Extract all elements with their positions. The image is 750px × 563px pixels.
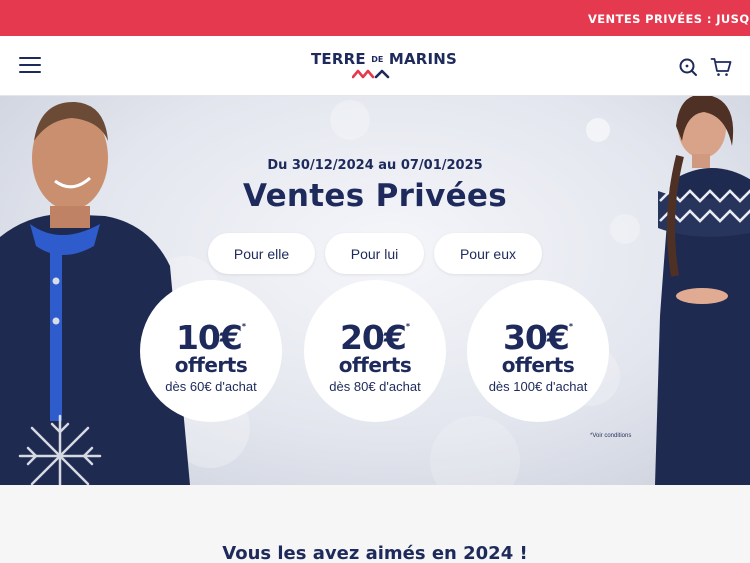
hero-banner[interactable]: Du 30/12/2024 au 07/01/2025 Ventes Privé… [0,96,750,485]
pour-eux-button[interactable]: Pour eux [434,233,542,274]
offer-label: offerts [338,353,412,377]
brand-logo[interactable]: TERRE DE MARINS [311,50,457,82]
offer-condition: dès 60€ d'achat [165,379,257,394]
shopping-cart-icon [710,58,732,76]
site-header: TERRE DE MARINS [0,36,750,96]
hero-title: Ventes Privées [242,178,508,214]
logo-word-de: DE [371,55,384,64]
pour-lui-button[interactable]: Pour lui [325,233,424,274]
offer-10-badge[interactable]: 10€* offerts dès 60€ d'achat [140,280,282,422]
cart-button[interactable] [710,56,732,78]
offer-amount: 20€ [339,318,407,357]
offer-condition: dès 80€ d'achat [329,379,421,394]
sale-dates: Du 30/12/2024 au 07/01/2025 [267,158,483,173]
section-title: Vous les avez aimés en 2024 ! [222,543,528,563]
offer-30-badge[interactable]: 30€* offerts dès 100€ d'achat [467,280,609,422]
man-model-image [0,101,190,485]
logo-word-terre: TERRE [311,50,366,68]
search-icon [679,58,697,76]
offer-asterisk: * [405,322,411,331]
conditions-note[interactable]: *Voir conditions [590,433,631,439]
offer-asterisk: * [241,322,247,331]
offer-amount: 30€ [502,318,570,357]
offer-label: offerts [174,353,248,377]
woman-model-image [655,96,750,485]
announcement-bar[interactable]: VENTES PRIVÉES : JUSQU'À [0,0,750,36]
hamburger-menu-icon [19,57,41,59]
favorites-section: Vous les avez aimés en 2024 ! [0,485,750,563]
search-button[interactable] [677,56,699,78]
logo-wave-icon [352,69,390,79]
offer-label: offerts [501,353,575,377]
offer-condition: dès 100€ d'achat [488,379,588,394]
offer-20-badge[interactable]: 20€* offerts dès 80€ d'achat [304,280,446,422]
offer-amount: 10€ [175,318,243,357]
logo-word-marins: MARINS [388,50,458,68]
pour-elle-button[interactable]: Pour elle [208,233,315,274]
offer-asterisk: * [568,322,574,331]
announcement-text: VENTES PRIVÉES : JUSQU'À [588,12,750,26]
menu-button[interactable] [19,57,41,75]
